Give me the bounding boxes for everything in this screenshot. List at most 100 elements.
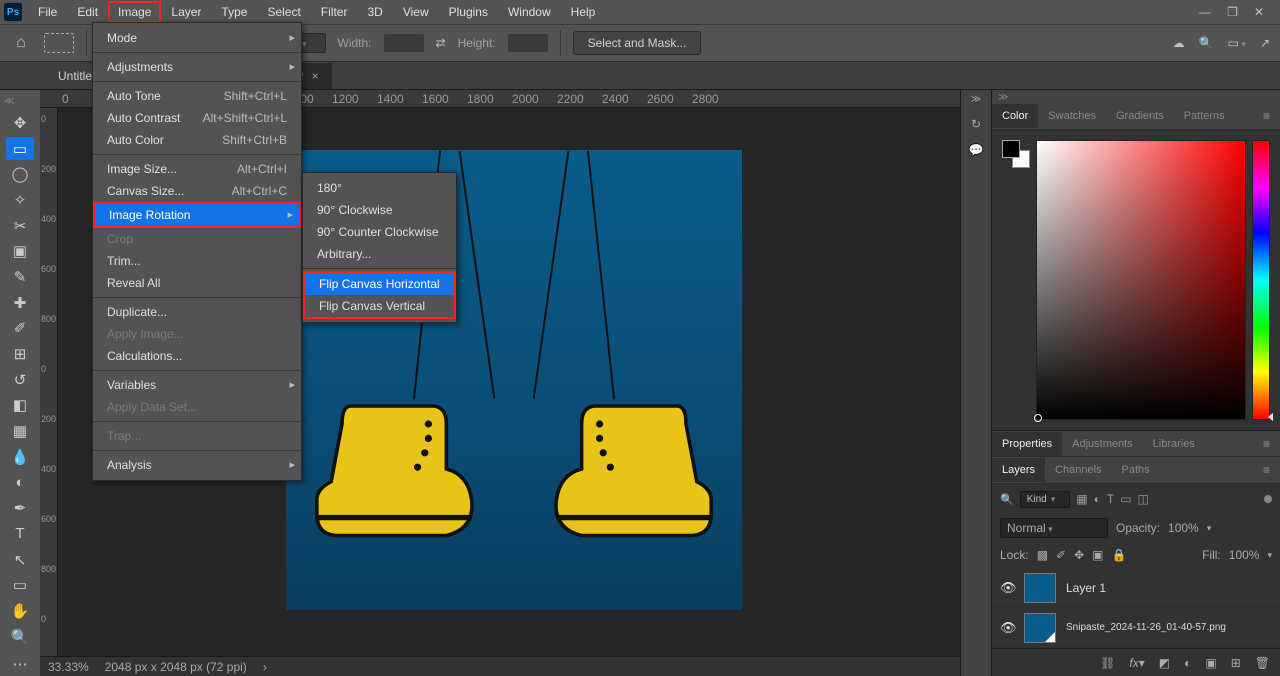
panel-menu-icon[interactable]: ≡ <box>1257 463 1276 477</box>
opacity-value[interactable]: 100% <box>1168 521 1199 535</box>
tool-hand[interactable]: ✋ <box>6 599 34 623</box>
expand-right-icon[interactable]: ≫ <box>992 90 1280 103</box>
menu-edit[interactable]: Edit <box>67 1 108 23</box>
menu-item-reveal-all[interactable]: Reveal All <box>93 272 301 294</box>
tab-properties[interactable]: Properties <box>992 432 1062 456</box>
layer-thumbnail[interactable] <box>1024 573 1056 603</box>
swap-icon[interactable]: ⇄ <box>436 36 446 50</box>
edit-toolbar[interactable]: ⋯ <box>6 652 34 676</box>
menu-item-image-size[interactable]: Image Size...Alt+Ctrl+I <box>93 158 301 180</box>
menu-item-adjustments[interactable]: Adjustments <box>93 56 301 78</box>
tool-zoom[interactable]: 🔍 <box>6 625 34 649</box>
blend-mode-dropdown[interactable]: Normal <box>1000 518 1108 538</box>
tool-shape[interactable]: ▭ <box>6 573 34 597</box>
tool-clone[interactable]: ⊞ <box>6 342 34 366</box>
tool-preset-icon[interactable] <box>44 33 74 53</box>
menu-layer[interactable]: Layer <box>161 1 211 23</box>
tool-history-brush[interactable]: ↺ <box>6 368 34 392</box>
zoom-level[interactable]: 33.33% <box>48 660 89 674</box>
group-icon[interactable]: ▣ <box>1205 656 1216 670</box>
comments-icon[interactable]: 💬 <box>969 143 984 157</box>
filter-toggle[interactable] <box>1264 495 1272 503</box>
close-tab-icon[interactable]: × <box>312 69 319 83</box>
select-and-mask-button[interactable]: Select and Mask... <box>573 31 702 55</box>
menu-plugins[interactable]: Plugins <box>439 1 498 23</box>
expand-right-icon[interactable]: ≫ <box>971 94 981 105</box>
tool-crop[interactable]: ✂ <box>6 214 34 238</box>
layer-row[interactable]: 👁 Snipaste_2024-11-26_01-40-57.png <box>992 608 1280 648</box>
menu-item-mode[interactable]: Mode <box>93 27 301 49</box>
layer-row[interactable]: 👁 Layer 1 <box>992 568 1280 608</box>
panel-menu-icon[interactable]: ≡ <box>1257 437 1276 451</box>
menu-item-flip-canvas-horizontal[interactable]: Flip Canvas Horizontal <box>305 273 454 295</box>
lock-transparency-icon[interactable]: ▩ <box>1037 548 1048 562</box>
menu-item-90-counter-clockwise[interactable]: 90° Counter Clockwise <box>303 221 456 243</box>
menu-file[interactable]: File <box>28 1 67 23</box>
tab-channels[interactable]: Channels <box>1045 458 1111 482</box>
layer-mask-icon[interactable]: ◩ <box>1159 656 1170 670</box>
tool-path[interactable]: ↖ <box>6 548 34 572</box>
menu-item-duplicate[interactable]: Duplicate... <box>93 301 301 323</box>
visibility-icon[interactable]: 👁 <box>1000 620 1014 636</box>
filter-smart-icon[interactable]: ◫ <box>1138 492 1149 506</box>
lock-artboard-icon[interactable]: ▣ <box>1092 548 1103 562</box>
menu-select[interactable]: Select <box>257 1 310 23</box>
tab-patterns[interactable]: Patterns <box>1174 104 1235 128</box>
cloud-icon[interactable] <box>1173 36 1185 50</box>
fg-bg-swatches[interactable] <box>1002 140 1030 168</box>
tool-type[interactable]: T <box>6 522 34 546</box>
chevron-down-icon[interactable]: ▾ <box>1267 550 1272 561</box>
expand-left-icon[interactable]: ≪ <box>0 96 14 107</box>
minimize-button[interactable]: — <box>1199 5 1211 19</box>
menu-item-canvas-size[interactable]: Canvas Size...Alt+Ctrl+C <box>93 180 301 202</box>
menu-filter[interactable]: Filter <box>311 1 358 23</box>
menu-item-90-clockwise[interactable]: 90° Clockwise <box>303 199 456 221</box>
tool-gradient[interactable]: ▦ <box>6 419 34 443</box>
menu-item-trim[interactable]: Trim... <box>93 250 301 272</box>
height-field[interactable] <box>508 34 548 52</box>
menu-item-variables[interactable]: Variables <box>93 374 301 396</box>
menu-item-analysis[interactable]: Analysis <box>93 454 301 476</box>
layer-name[interactable]: Snipaste_2024-11-26_01-40-57.png <box>1066 622 1226 633</box>
tool-marquee[interactable]: ▭ <box>6 137 34 161</box>
tool-pen[interactable]: ✒ <box>6 496 34 520</box>
tool-move[interactable]: ✥ <box>6 111 34 135</box>
menu-image[interactable]: Image <box>108 1 161 23</box>
tool-magic-wand[interactable]: ✧ <box>6 188 34 212</box>
filter-kind-dropdown[interactable]: Kind <box>1020 491 1071 508</box>
menu-item-image-rotation[interactable]: Image Rotation <box>93 202 301 228</box>
tool-lasso[interactable]: ◯ <box>6 162 34 186</box>
adjustment-layer-icon[interactable]: ◐ <box>1184 656 1191 670</box>
history-icon[interactable]: ↻ <box>971 117 981 131</box>
menu-view[interactable]: View <box>393 1 439 23</box>
lock-brush-icon[interactable]: ✐ <box>1056 548 1066 562</box>
lock-position-icon[interactable]: ✥ <box>1074 548 1084 562</box>
chevron-right-icon[interactable]: › <box>263 660 267 674</box>
tool-brush[interactable]: ✐ <box>6 317 34 341</box>
filter-shape-icon[interactable]: ▭ <box>1120 492 1131 506</box>
menu-item-calculations[interactable]: Calculations... <box>93 345 301 367</box>
tab-gradients[interactable]: Gradients <box>1106 104 1174 128</box>
menu-item-flip-canvas-vertical[interactable]: Flip Canvas Vertical <box>305 295 454 317</box>
tool-healing[interactable]: ✚ <box>6 291 34 315</box>
share-icon[interactable] <box>1260 36 1270 50</box>
tab-color[interactable]: Color <box>992 104 1038 128</box>
menu-item-auto-color[interactable]: Auto ColorShift+Ctrl+B <box>93 129 301 151</box>
close-button[interactable]: ✕ <box>1254 5 1264 19</box>
menu-item-180[interactable]: 180° <box>303 177 456 199</box>
menu-item-arbitrary[interactable]: Arbitrary... <box>303 243 456 265</box>
home-icon[interactable]: ⌂ <box>10 33 32 53</box>
hue-slider[interactable] <box>1252 140 1270 420</box>
workspace-icon[interactable] <box>1228 36 1246 50</box>
layer-style-icon[interactable]: fx▾ <box>1129 656 1144 670</box>
chevron-down-icon[interactable]: ▾ <box>1207 523 1212 534</box>
filter-type-icon[interactable]: T <box>1107 492 1114 506</box>
visibility-icon[interactable]: 👁 <box>1000 580 1014 596</box>
menu-window[interactable]: Window <box>498 1 561 23</box>
maximize-button[interactable]: ❐ <box>1227 5 1238 19</box>
new-layer-icon[interactable]: ⊞ <box>1231 656 1241 670</box>
menu-item-auto-contrast[interactable]: Auto ContrastAlt+Shift+Ctrl+L <box>93 107 301 129</box>
layer-thumbnail[interactable] <box>1024 613 1056 643</box>
tool-eyedropper[interactable]: ✎ <box>6 265 34 289</box>
delete-layer-icon[interactable]: 🗑 <box>1255 656 1270 670</box>
